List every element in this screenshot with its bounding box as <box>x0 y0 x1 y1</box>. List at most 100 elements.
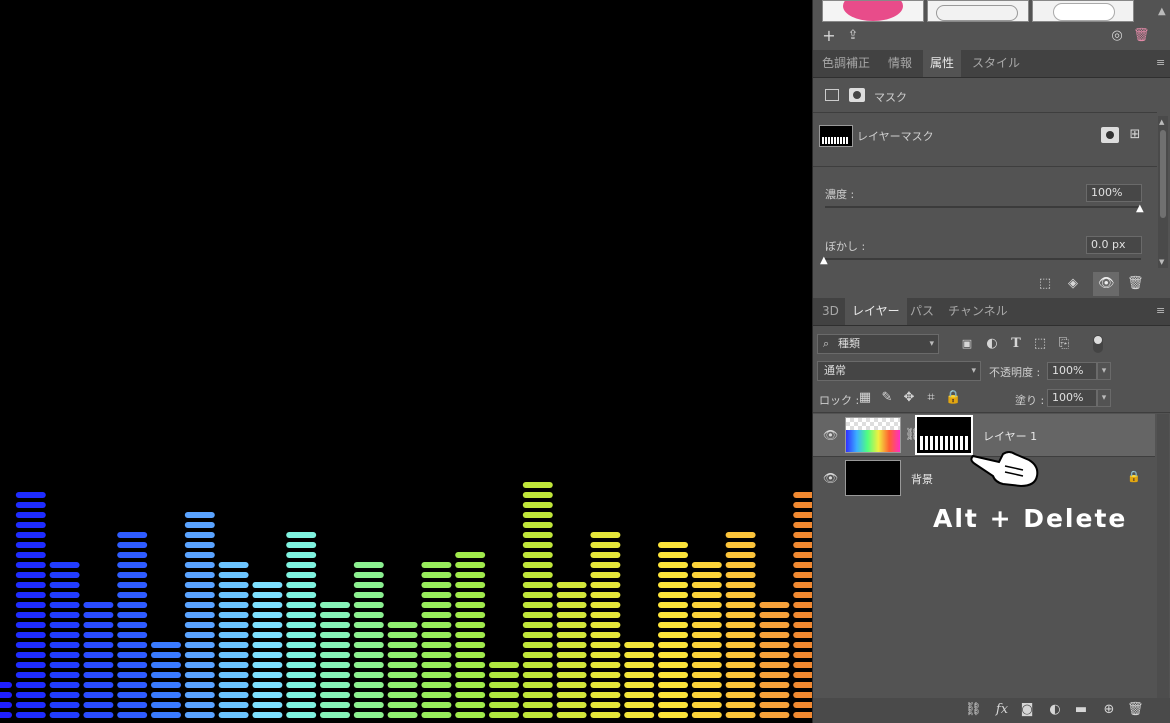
equalizer-segment <box>184 562 215 568</box>
tab-layers[interactable]: レイヤー <box>845 298 907 325</box>
equalizer-segment <box>556 682 587 688</box>
equalizer-segment <box>184 602 215 608</box>
equalizer-segment <box>320 702 350 708</box>
eye-icon[interactable]: 👁 <box>823 471 838 485</box>
fx-icon[interactable]: fx <box>993 702 1011 718</box>
vector-mask-icon[interactable] <box>849 88 865 102</box>
tab-properties[interactable]: 属性 <box>923 50 962 77</box>
lock-transparency-icon[interactable]: ▦ <box>857 390 873 406</box>
fill-input[interactable]: 100% <box>1047 389 1097 407</box>
equalizer-segment <box>117 692 148 698</box>
scroll-down-icon[interactable]: ▼ <box>1159 258 1164 266</box>
tab-styles[interactable]: スタイル <box>965 50 1027 77</box>
style-thumbnail-speech-bubble[interactable] <box>822 0 924 22</box>
equalizer-segment <box>759 612 790 618</box>
equalizer-segment <box>793 582 812 588</box>
blend-mode-dropdown[interactable]: 通常 ▾ <box>817 361 981 381</box>
equalizer-segment <box>286 712 317 718</box>
equalizer-segment <box>252 582 283 588</box>
delete-mask-icon[interactable]: 🗑 <box>1127 276 1144 292</box>
equalizer-segment <box>387 622 418 628</box>
equalizer-segment <box>624 692 655 698</box>
plus-icon[interactable]: + <box>821 28 837 44</box>
equalizer-segment <box>117 542 148 548</box>
layers-panel-menu-icon[interactable]: ≡ <box>1156 305 1166 316</box>
equalizer-segment <box>455 612 486 618</box>
load-selection-icon[interactable]: ⬚ <box>1037 276 1053 292</box>
filter-smart-object-icon[interactable]: ⎘ <box>1056 336 1072 352</box>
trash-icon[interactable]: 🗑 <box>1133 28 1150 44</box>
equalizer-segment <box>49 612 80 618</box>
layer-filter-kind-dropdown[interactable]: ⌕ 種類 ▾ <box>817 334 939 354</box>
equalizer-segment <box>252 672 283 678</box>
equalizer-segment <box>421 592 452 598</box>
layer-name[interactable]: 背景 <box>911 471 933 487</box>
style-thumbnail-sketch[interactable] <box>927 0 1029 22</box>
panel-menu-icon[interactable]: ≡ <box>1156 57 1166 68</box>
equalizer-segment <box>590 712 621 718</box>
apply-mask-icon[interactable]: ◈ <box>1065 276 1081 292</box>
filter-shape-icon[interactable]: ⬚ <box>1032 336 1048 352</box>
equalizer-segment <box>421 622 452 628</box>
lock-all-icon[interactable]: 🔒 <box>945 390 961 406</box>
feather-slider[interactable] <box>825 258 1141 260</box>
tab-adjustments[interactable]: 色調補正 <box>815 50 877 77</box>
cc-library-icon[interactable]: ◎ <box>1109 28 1125 44</box>
equalizer-segment <box>455 662 486 668</box>
filter-toggle-switch[interactable] <box>1093 335 1103 353</box>
scroll-up-icon[interactable]: ▲ <box>1159 118 1164 126</box>
density-input[interactable]: 100% <box>1086 184 1142 202</box>
lock-artboard-icon[interactable]: ⌗ <box>923 390 939 406</box>
lock-position-icon[interactable]: ✥ <box>901 390 917 406</box>
filter-adjustment-icon[interactable]: ◐ <box>984 336 1000 352</box>
filter-pixel-icon[interactable]: ▣ <box>959 336 975 352</box>
filter-type-icon[interactable]: T <box>1008 336 1024 352</box>
fill-chevron-down-icon[interactable]: ▾ <box>1097 389 1111 407</box>
tab-3d[interactable]: 3D <box>815 298 846 325</box>
add-mask-icon[interactable]: ◙ <box>1019 702 1035 718</box>
chevron-up-icon[interactable]: ▲ <box>1158 6 1166 17</box>
equalizer-segment <box>658 662 688 668</box>
layer-mask-thumbnail-selected[interactable] <box>915 415 973 455</box>
search-icon: ⌕ <box>823 337 830 350</box>
lock-paint-icon[interactable]: ✎ <box>879 390 895 406</box>
equalizer-segment <box>0 682 12 688</box>
density-slider[interactable] <box>825 206 1141 208</box>
layer-name[interactable]: レイヤー 1 <box>983 428 1037 444</box>
feather-slider-thumb[interactable]: ▲ <box>820 255 828 266</box>
new-layer-icon[interactable]: ⊕ <box>1101 702 1117 718</box>
mask-visibility-toggle[interactable]: 👁 <box>1093 272 1119 296</box>
equalizer-segment <box>117 652 148 658</box>
equalizer-segment <box>184 572 215 578</box>
layers-scrollbar[interactable] <box>1157 414 1169 698</box>
equalizer-segment <box>252 702 283 708</box>
equalizer-segment <box>353 602 384 608</box>
upload-icon[interactable]: ⇪ <box>845 28 861 44</box>
divider <box>813 412 1170 413</box>
equalizer-segment <box>151 692 181 698</box>
style-thumbnail-cloud[interactable] <box>1032 0 1134 22</box>
equalizer-segment <box>15 712 46 718</box>
equalizer-segment <box>522 492 553 498</box>
scroll-thumb[interactable] <box>1160 130 1166 218</box>
opacity-input[interactable]: 100% <box>1047 362 1097 380</box>
pixel-mask-icon[interactable] <box>825 89 839 101</box>
tab-paths[interactable]: パス <box>903 298 941 325</box>
equalizer-segment <box>218 672 249 678</box>
tab-channels[interactable]: チャンネル <box>941 298 1015 325</box>
feather-input[interactable]: 0.0 px <box>1086 236 1142 254</box>
link-layers-icon[interactable]: ⛓ <box>965 702 982 718</box>
equalizer-segment <box>793 512 812 518</box>
opacity-chevron-down-icon[interactable]: ▾ <box>1097 362 1111 380</box>
folder-icon[interactable]: ▬ <box>1073 702 1089 718</box>
eye-icon[interactable]: 👁 <box>823 428 838 442</box>
delete-layer-icon[interactable]: 🗑 <box>1127 702 1144 718</box>
document-canvas[interactable] <box>0 0 812 723</box>
properties-scrollbar[interactable]: ▲ ▼ <box>1158 116 1168 268</box>
tab-info[interactable]: 情報 <box>881 50 919 77</box>
apply-vector-mask-icon[interactable]: ⊞ <box>1127 127 1143 143</box>
adjustment-layer-icon[interactable]: ◐ <box>1047 702 1063 718</box>
density-slider-thumb[interactable]: ▲ <box>1136 203 1144 214</box>
select-mask-icon[interactable] <box>1101 127 1119 143</box>
equalizer-segment <box>590 692 621 698</box>
